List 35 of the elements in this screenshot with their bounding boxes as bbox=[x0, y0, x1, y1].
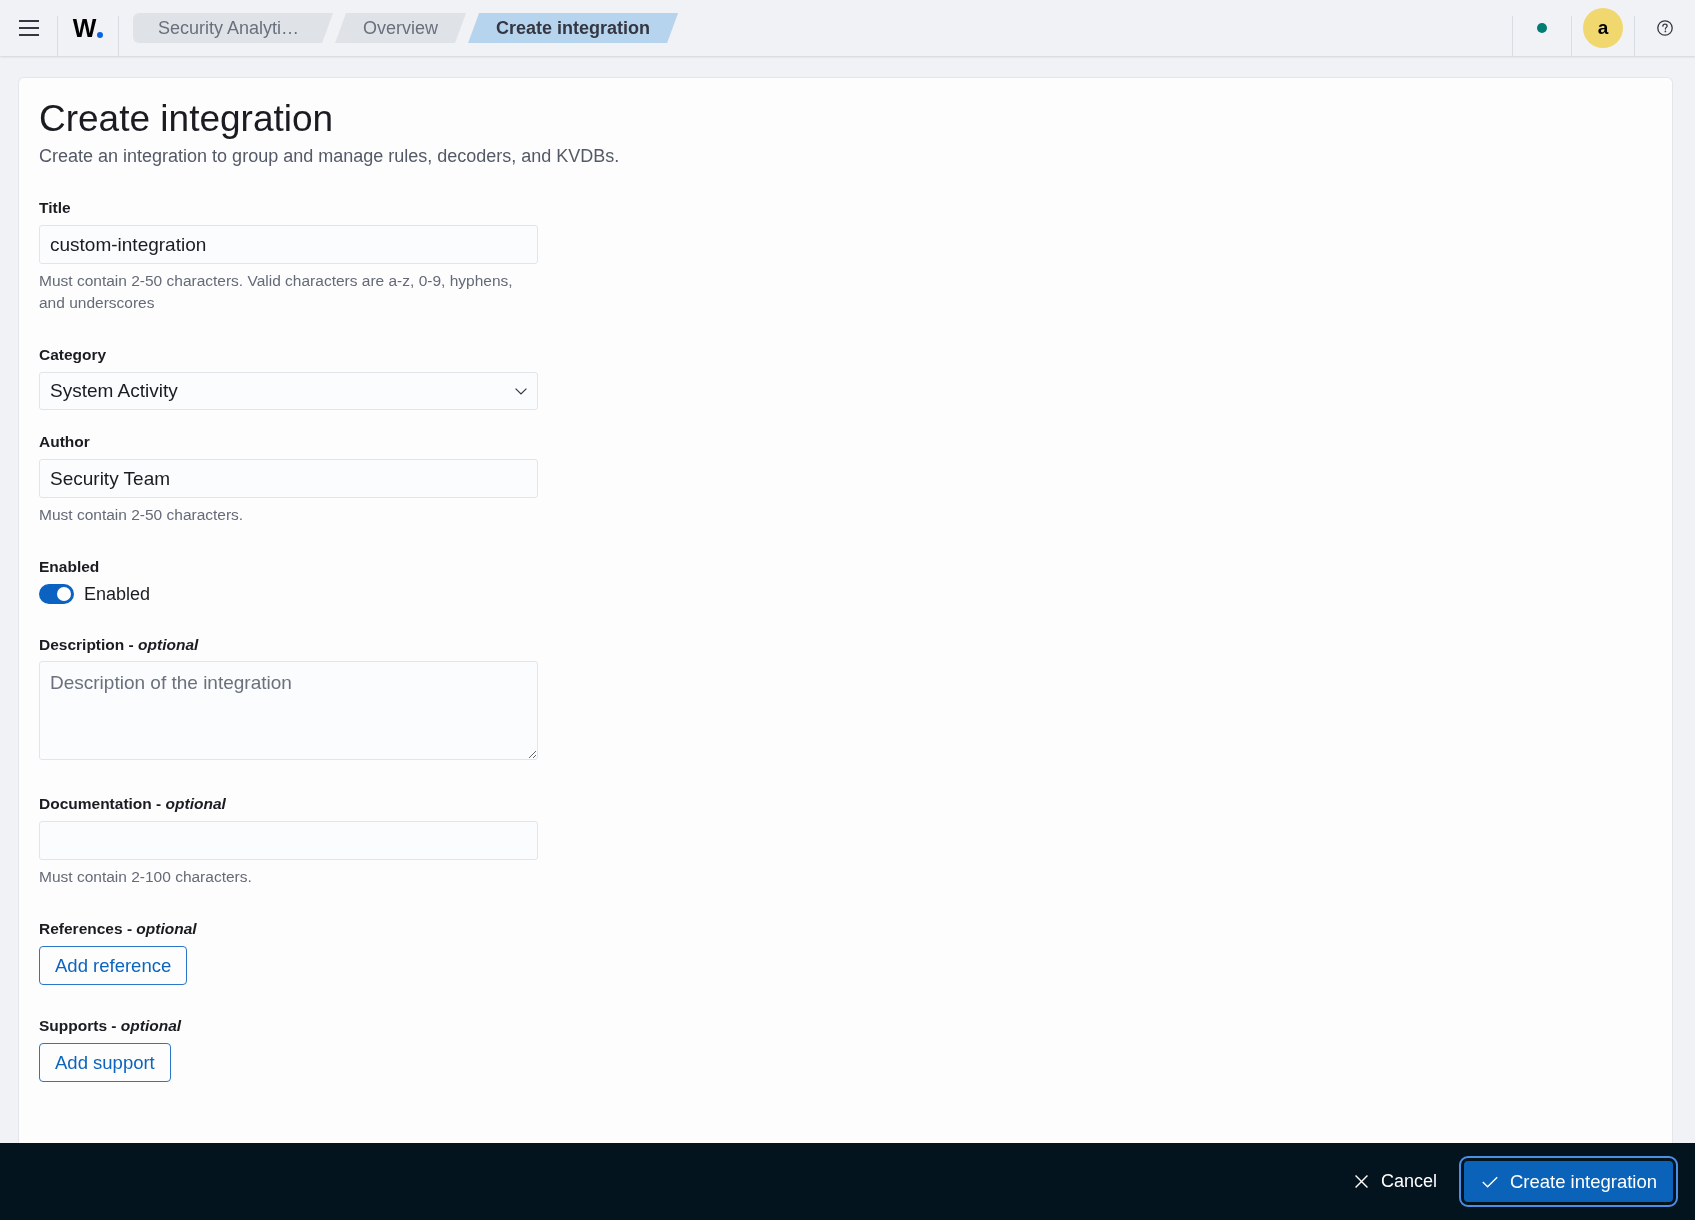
status-dot-icon bbox=[1537, 23, 1547, 33]
field-label: Title bbox=[39, 198, 71, 218]
cancel-button[interactable]: Cancel bbox=[1348, 1161, 1443, 1202]
field-label: Supports - optional bbox=[39, 1016, 182, 1036]
text-input[interactable]: custom-integration bbox=[39, 225, 538, 264]
close-icon bbox=[1354, 1175, 1368, 1188]
add-button[interactable]: Add support bbox=[39, 1043, 171, 1082]
menu-icon bbox=[18, 20, 39, 36]
text-input[interactable] bbox=[39, 821, 538, 860]
add-button[interactable]: Add reference bbox=[39, 946, 188, 985]
breadcrumb-tab[interactable]: Create integration bbox=[468, 13, 679, 43]
field-label: Category bbox=[39, 345, 107, 365]
chevron-down-icon bbox=[515, 387, 527, 395]
field-label: Description - optional bbox=[39, 635, 199, 655]
field-label: Documentation - optional bbox=[39, 794, 226, 814]
toggle-switch[interactable] bbox=[39, 584, 74, 604]
help-text: Must contain 2-50 characters. bbox=[39, 505, 245, 525]
check-icon bbox=[1481, 1175, 1498, 1188]
menu-button[interactable] bbox=[18, 20, 39, 36]
user-avatar[interactable]: a bbox=[1583, 8, 1623, 48]
help-text: Must contain 2-100 characters. bbox=[39, 867, 253, 887]
page-description: Create an integration to group and manage rules, decoders, and KVDBs. bbox=[39, 145, 621, 168]
text-input[interactable]: Security Team bbox=[39, 459, 538, 498]
switch-label: Enabled bbox=[84, 583, 151, 605]
field-label: Author bbox=[39, 432, 90, 452]
breadcrumb-tab[interactable]: Overview bbox=[335, 13, 467, 43]
field-label: References - optional bbox=[39, 919, 197, 939]
page-title: Create integration bbox=[39, 98, 335, 140]
logo[interactable]: W bbox=[72, 15, 104, 41]
description-textarea[interactable]: Description of the integration bbox=[39, 661, 538, 760]
category-select[interactable]: System Activity bbox=[39, 372, 538, 410]
help-text: Must contain 2-50 characters. Valid characters are a-z, 0-9, hyphens, and underscores bbox=[39, 271, 514, 313]
breadcrumb-tab[interactable]: Security Analyti… bbox=[133, 13, 334, 43]
field-label: Enabled bbox=[39, 557, 100, 577]
help-icon[interactable] bbox=[1657, 20, 1673, 36]
